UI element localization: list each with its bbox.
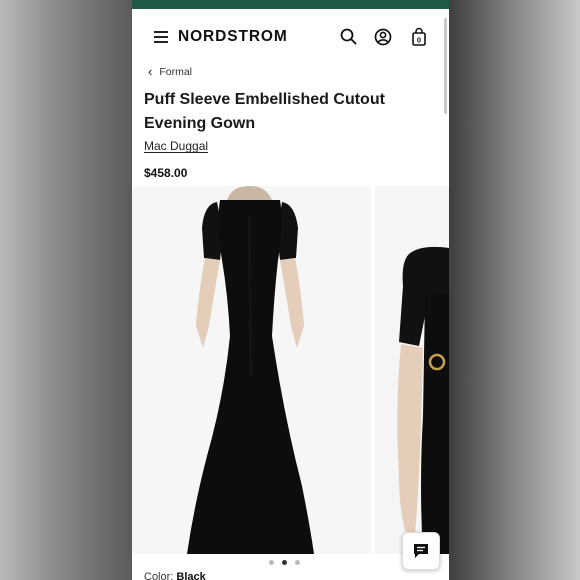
designer-link[interactable]: Mac Duggal <box>144 139 208 153</box>
color-selector-label: Color: Black <box>144 571 206 580</box>
top-status-bar <box>132 0 449 9</box>
mobile-page: NORDSTROM 0 ‹ Formal Puff Sleeve Embelli… <box>132 0 449 580</box>
bag-count: 0 <box>417 36 421 45</box>
scrollbar[interactable] <box>444 18 447 114</box>
pagination-dot-active[interactable] <box>282 560 287 565</box>
color-value: Black <box>176 571 206 580</box>
blurred-background-right <box>449 0 580 580</box>
chat-icon <box>414 544 428 558</box>
menu-icon[interactable] <box>154 31 168 43</box>
pagination-dot[interactable] <box>269 560 274 565</box>
color-label: Color: <box>144 571 174 580</box>
product-price: $458.00 <box>144 166 188 180</box>
site-header: NORDSTROM 0 <box>132 9 449 65</box>
product-image-back[interactable] <box>132 186 371 554</box>
pagination-dot[interactable] <box>295 560 300 565</box>
bag-icon[interactable]: 0 <box>409 27 429 47</box>
product-image-side[interactable] <box>375 186 449 554</box>
brand-logo[interactable]: NORDSTROM <box>178 28 288 46</box>
blurred-background-left <box>0 0 132 580</box>
product-title: Puff Sleeve Embellished Cutout Evening G… <box>144 91 385 132</box>
chevron-left-icon: ‹ <box>148 64 153 79</box>
search-icon[interactable] <box>339 27 359 47</box>
account-icon[interactable] <box>373 27 393 47</box>
product-gallery[interactable] <box>132 186 449 554</box>
breadcrumb-label[interactable]: Formal <box>159 66 192 78</box>
chat-button[interactable] <box>402 532 440 570</box>
breadcrumb[interactable]: ‹ Formal <box>148 64 192 79</box>
